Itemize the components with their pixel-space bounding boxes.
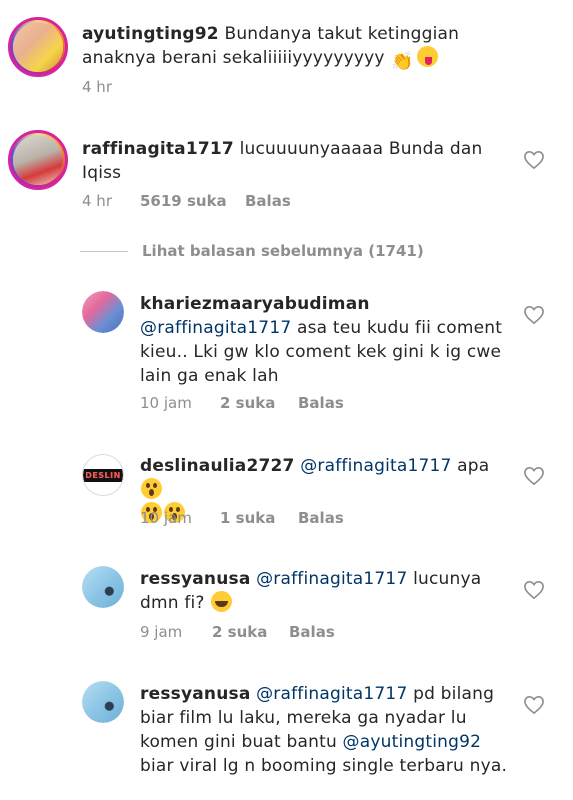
mention-link[interactable]: @raffinagita1717 (300, 456, 451, 476)
avatar[interactable]: DESLIN (82, 454, 124, 496)
divider-line (80, 250, 128, 252)
reply-body: apa (457, 456, 490, 476)
comment-meta: 4 hr 5619 suka Balas (82, 192, 291, 210)
comment-meta: 4 hr (82, 78, 112, 96)
avatar[interactable] (82, 291, 124, 333)
reply-button[interactable]: Balas (298, 509, 344, 527)
reply-username[interactable]: deslinaulia2727 (140, 456, 295, 476)
reply-likes[interactable]: 1 suka (220, 509, 298, 527)
avatar[interactable] (8, 130, 68, 190)
reply-likes[interactable]: 2 suka (212, 623, 289, 641)
reply-username[interactable]: ressyanusa (140, 684, 251, 704)
reply-likes[interactable]: 2 suka (220, 394, 298, 412)
heart-outline-icon[interactable] (523, 580, 545, 600)
comment-time: 4 hr (82, 192, 112, 210)
mention-link[interactable]: @raffinagita1717 (256, 684, 407, 704)
reply-meta: 9 jam 2 suka Balas (140, 623, 335, 641)
avatar-photo (82, 681, 124, 723)
surprised-face-icon (141, 478, 162, 499)
comment-text: raffinagita1717 lucuuuunyaaaaa Bunda dan… (82, 137, 492, 185)
avatar[interactable] (82, 566, 124, 608)
reply-button[interactable]: Balas (289, 623, 335, 641)
comment-time: 4 hr (82, 78, 112, 96)
reply-button[interactable]: Balas (245, 192, 291, 210)
reply-body-continued: biar viral lg n booming single terbaru n… (140, 756, 508, 776)
reply-button[interactable]: Balas (298, 394, 344, 412)
heart-outline-icon[interactable] (523, 305, 545, 325)
avatar[interactable] (8, 17, 68, 77)
heart-outline-icon[interactable] (523, 466, 545, 486)
avatar-photo (82, 291, 124, 333)
reply-time: 10 jam (140, 394, 192, 412)
avatar-photo (13, 22, 63, 72)
avatar-photo: DESLIN (83, 455, 123, 495)
reply-meta: 10 jam 1 suka Balas (140, 509, 344, 527)
reply-text: ressyanusa @raffinagita1717 pd bilang bi… (140, 682, 510, 778)
reply-time: 9 jam (140, 623, 183, 641)
avatar-logo: DESLIN (83, 468, 123, 482)
avatar-photo (13, 135, 63, 185)
mention-link[interactable]: @raffinagita1717 (256, 569, 407, 589)
comment-username[interactable]: raffinagita1717 (82, 139, 234, 159)
mention-link[interactable]: @ayutingting92 (343, 732, 482, 752)
view-previous-replies[interactable]: Lihat balasan sebelumnya (1741) (80, 240, 424, 262)
reply-text: khariezmaaryabudiman @raffinagita1717 as… (140, 292, 510, 388)
comment-username[interactable]: ayutingting92 (82, 24, 219, 44)
winking-tongue-face-icon (417, 46, 439, 67)
heart-outline-icon[interactable] (523, 695, 545, 715)
reply-username[interactable]: khariezmaaryabudiman (140, 292, 510, 316)
avatar-photo (82, 566, 124, 608)
view-previous-label: Lihat balasan sebelumnya (1741) (142, 242, 424, 260)
reply-text: ressyanusa @raffinagita1717 lucunya dmn … (140, 567, 510, 615)
reply-username[interactable]: ressyanusa (140, 569, 251, 589)
reply-time: 10 jam (140, 509, 192, 527)
reply-meta: 10 jam 2 suka Balas (140, 394, 344, 412)
clapping-hands-icon: 👏 (391, 51, 414, 72)
grinning-face-icon (211, 591, 233, 612)
heart-outline-icon[interactable] (523, 150, 545, 170)
avatar[interactable] (82, 681, 124, 723)
comment-likes[interactable]: 5619 suka (140, 192, 245, 210)
comment-text: ayutingting92 Bundanya takut ketinggian … (82, 22, 522, 72)
mention-link[interactable]: @raffinagita1717 (140, 318, 291, 338)
